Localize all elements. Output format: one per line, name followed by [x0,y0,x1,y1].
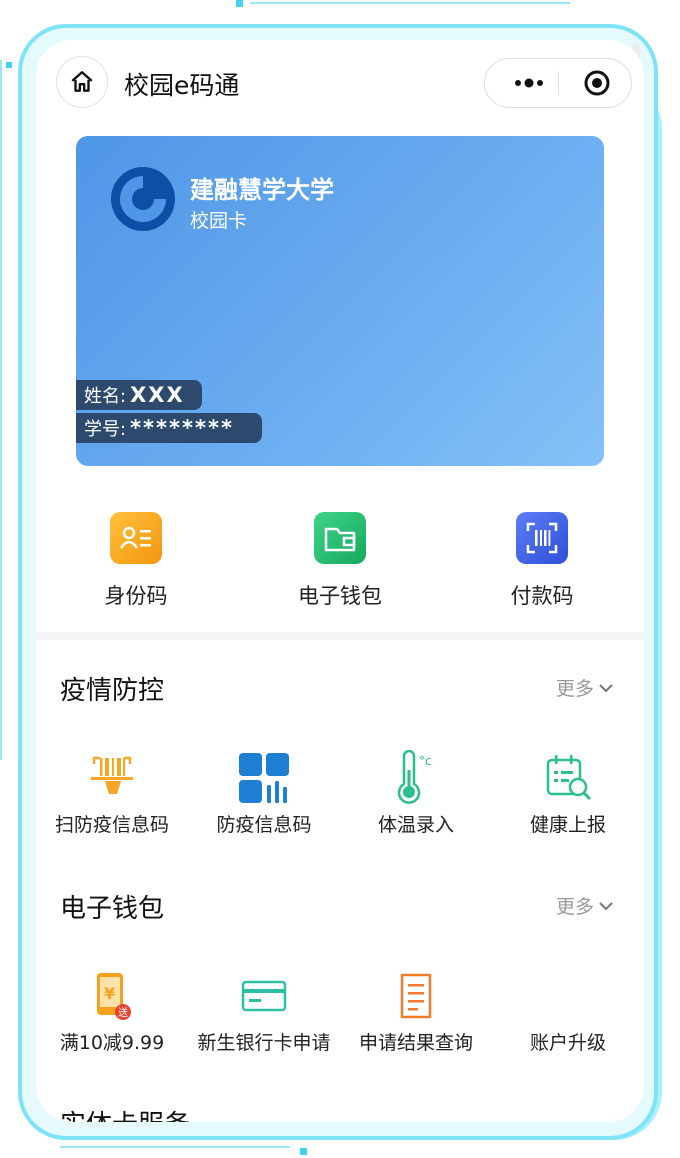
document-icon [388,968,444,1024]
more-button[interactable] [501,59,557,107]
service-label: 防疫信息码 [216,814,312,836]
service-label: 健康上报 [529,814,606,836]
barcode-scan-icon [516,512,568,564]
service-epidemic-code[interactable]: 防疫信息码 [188,750,340,840]
student-id-value: ******** [130,416,234,440]
name-label: 姓名: [84,386,127,407]
phone-coupon-icon: ¥ 送 [84,968,140,1024]
quick-actions: 身份码 电子钱包 付款码 [36,504,644,614]
bank-card-icon [236,968,292,1024]
campus-card[interactable]: 建融慧学大学 校园卡 姓名: XXX 学号: ******** [76,136,604,466]
section-title-physical-card: 实体卡服务 [60,1104,190,1122]
nav-bar: 校园e码通 [36,40,644,128]
section-title-wallet: 电子钱包 [60,894,165,924]
service-label: 新生银行卡申请 [197,1032,331,1054]
page-title: 校园e码通 [124,71,240,100]
quick-action-payment-code[interactable]: 付款码 [462,504,622,614]
more-link-label: 更多 [556,896,595,918]
app-screen: 校园e码通 建融慧学大学 校园卡 姓名: XXX 学号: ******** 身份… [36,40,644,1122]
quick-action-wallet[interactable]: 电子钱包 [260,504,420,614]
more-dots-icon [515,78,543,88]
service-account-upgrade[interactable]: 账户升级 [492,968,644,1058]
service-label: 满10减9.99 [59,1032,165,1054]
name-value: XXX [130,383,185,407]
service-label: 体温录入 [377,814,454,836]
service-temperature-entry[interactable]: °c 体温录入 [340,750,492,840]
decor-dot [236,0,243,7]
capsule-divider [558,71,559,95]
decor-dot [6,62,12,68]
student-id-label: 学号: [84,419,127,440]
mini-program-capsule [484,58,632,108]
quick-action-label: 电子钱包 [298,584,382,608]
decor-line [250,2,570,4]
thermometer-icon: °c [388,750,444,806]
section-divider [36,632,644,640]
chevron-down-icon [599,683,613,692]
service-scan-epidemic-code[interactable]: 扫防疫信息码 [36,750,188,840]
decor-line [0,60,2,760]
service-bank-card-apply[interactable]: 新生银行卡申请 [188,968,340,1058]
svg-text:¥: ¥ [104,984,115,1003]
chevron-down-icon [599,901,613,910]
service-label: 申请结果查询 [358,1032,473,1054]
quick-action-label: 身份码 [104,584,168,608]
wallet-icon [314,512,366,564]
section-more-epidemic[interactable]: 更多 [556,674,614,701]
qr-grid-icon [236,750,292,806]
record-close-icon [584,70,610,96]
service-application-query[interactable]: 申请结果查询 [340,968,492,1058]
decor-line [60,1146,290,1148]
card-type: 校园卡 [190,210,248,232]
service-label: 账户升级 [529,1032,606,1054]
home-icon [71,71,93,92]
svg-text:送: 送 [118,1006,128,1019]
scan-barcode-icon [84,750,140,806]
name-tag: 姓名: XXX [76,380,202,410]
quick-action-identity-code[interactable]: 身份码 [56,504,216,614]
university-name: 建融慧学大学 [190,176,334,204]
service-health-report[interactable]: 健康上报 [492,750,644,840]
home-button[interactable] [56,56,108,108]
svg-text:°c: °c [419,754,432,768]
quick-action-label: 付款码 [510,584,574,608]
calendar-search-icon [540,750,596,806]
student-id-tag: 学号: ******** [76,413,262,443]
more-link-label: 更多 [556,678,595,700]
section-title-epidemic: 疫情防控 [60,676,165,706]
service-discount-offer[interactable]: ¥ 送 满10减9.99 [36,968,188,1058]
section-more-wallet[interactable]: 更多 [556,892,614,919]
id-card-icon [110,512,162,564]
service-label: 扫防疫信息码 [54,814,169,836]
bank-logo-icon [111,167,175,231]
close-button[interactable] [569,59,625,107]
decor-dot [300,1148,307,1155]
